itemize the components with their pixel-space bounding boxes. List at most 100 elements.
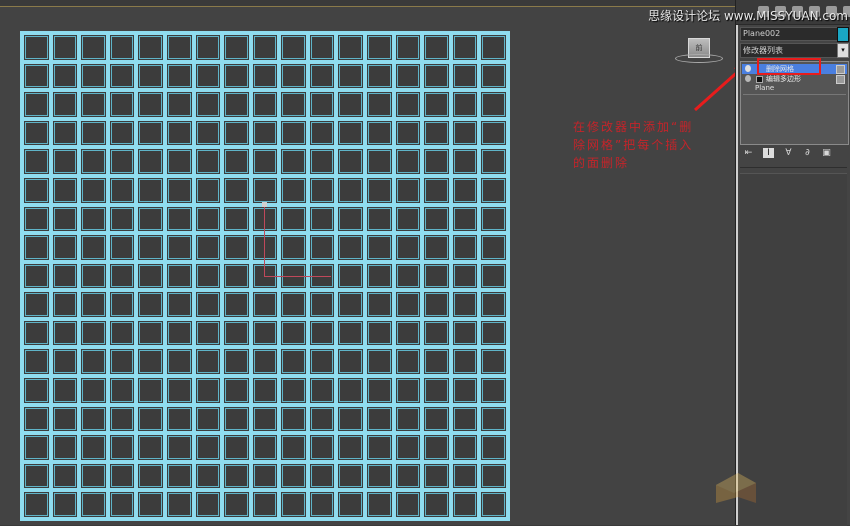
panel-divider[interactable] (736, 0, 738, 525)
mesh-cell (422, 290, 451, 319)
mesh-cell (107, 261, 137, 291)
gizmo-tip (262, 202, 267, 207)
bulb-icon[interactable] (745, 65, 751, 72)
mesh-cell (279, 175, 308, 205)
mesh-cell (307, 118, 337, 148)
mesh-cell (79, 347, 108, 377)
mesh-cell (479, 376, 508, 405)
mesh-cell (393, 461, 423, 491)
mesh-cell (222, 204, 251, 234)
mesh-cell (307, 490, 337, 519)
make-unique-icon[interactable]: ∀ (784, 148, 793, 158)
mesh-cell (222, 461, 251, 491)
mesh-cell (250, 33, 280, 62)
mesh-cell (450, 90, 480, 119)
stack-item-plane[interactable]: Plane (755, 84, 774, 92)
mesh-cell (222, 90, 251, 119)
mesh-cell (393, 290, 423, 319)
mesh-cell (222, 147, 251, 176)
mesh-cell (279, 404, 308, 434)
mesh-cell (22, 318, 51, 348)
mesh-cell (79, 147, 108, 176)
mesh-cell (393, 204, 423, 234)
mesh-cell (450, 175, 480, 205)
stack-toolbar: ⇤ I ∀ ∂ ▣ (744, 148, 831, 158)
mesh-cell (250, 90, 280, 119)
mesh-cell (279, 90, 308, 119)
mesh-cell (307, 376, 337, 405)
highlight-box (757, 58, 821, 75)
mesh-cell (307, 147, 337, 176)
mesh-cell (479, 490, 508, 519)
mesh-cell (164, 61, 194, 91)
show-end-result-icon[interactable]: I (763, 148, 774, 158)
mesh-cell (136, 347, 165, 377)
mesh-cell (479, 318, 508, 348)
mesh-cell (22, 376, 51, 405)
mesh-cell (193, 204, 223, 234)
expand-icon[interactable] (756, 76, 763, 83)
mesh-cell (79, 204, 108, 234)
mesh-cell (22, 233, 51, 262)
mesh-cell (479, 175, 508, 205)
pin-stack-icon[interactable]: ⇤ (744, 148, 753, 158)
mesh-cell (479, 118, 508, 148)
stack-item-toggle[interactable] (836, 65, 845, 74)
mesh-cell (107, 318, 137, 348)
mesh-cell (336, 318, 366, 348)
mesh-cell (22, 175, 51, 205)
mesh-cell (279, 318, 308, 348)
mesh-cell (79, 318, 108, 348)
mesh-cell (479, 147, 508, 176)
mesh-cell (79, 433, 108, 462)
bulb-icon[interactable] (745, 75, 751, 82)
mesh-cell (164, 433, 194, 462)
mesh-cell (336, 61, 366, 91)
mesh-cell (136, 461, 165, 491)
mesh-cell (22, 61, 51, 91)
mesh-cell (307, 175, 337, 205)
mesh-cell (79, 404, 108, 434)
mesh-cell (450, 376, 480, 405)
mesh-cell (222, 61, 251, 91)
mesh-cell (136, 261, 165, 291)
mesh-cell (164, 90, 194, 119)
mesh-cell (222, 175, 251, 205)
mesh-cell (450, 147, 480, 176)
mesh-cell (79, 376, 108, 405)
mesh-cell (479, 90, 508, 119)
mesh-cell (307, 61, 337, 91)
mesh-cell (136, 61, 165, 91)
mesh-cell (422, 33, 451, 62)
mesh-cell (50, 404, 80, 434)
chevron-down-icon[interactable]: ▾ (837, 43, 849, 58)
mesh-cell (393, 233, 423, 262)
object-color-swatch[interactable] (837, 27, 849, 42)
modifier-list-dropdown[interactable]: 修改器列表 (740, 43, 841, 58)
stack-item-edit-poly[interactable]: 编辑多边形 (742, 74, 847, 84)
mesh-cell (136, 404, 165, 434)
mesh-cell (450, 318, 480, 348)
mesh-cell (222, 33, 251, 62)
mesh-cell (79, 261, 108, 291)
mesh-cell (279, 490, 308, 519)
mesh-cell (193, 147, 223, 176)
transform-gizmo[interactable] (262, 202, 331, 277)
perspective-viewport[interactable]: 前 (0, 7, 735, 525)
mesh-cell (336, 433, 366, 462)
mesh-cell (50, 461, 80, 491)
stack-item-toggle[interactable] (836, 75, 845, 84)
mesh-cell (222, 376, 251, 405)
mesh-cell (22, 461, 51, 491)
remove-modifier-icon[interactable]: ∂ (803, 148, 812, 158)
mesh-cell (222, 118, 251, 148)
mesh-cell (450, 290, 480, 319)
configure-sets-icon[interactable]: ▣ (822, 148, 831, 158)
mesh-cell (250, 175, 280, 205)
mesh-cell (250, 461, 280, 491)
mesh-cell (164, 490, 194, 519)
object-name-field[interactable]: Plane002 (740, 27, 838, 41)
mesh-cell (107, 118, 137, 148)
mesh-cell (422, 175, 451, 205)
mesh-cell (136, 90, 165, 119)
